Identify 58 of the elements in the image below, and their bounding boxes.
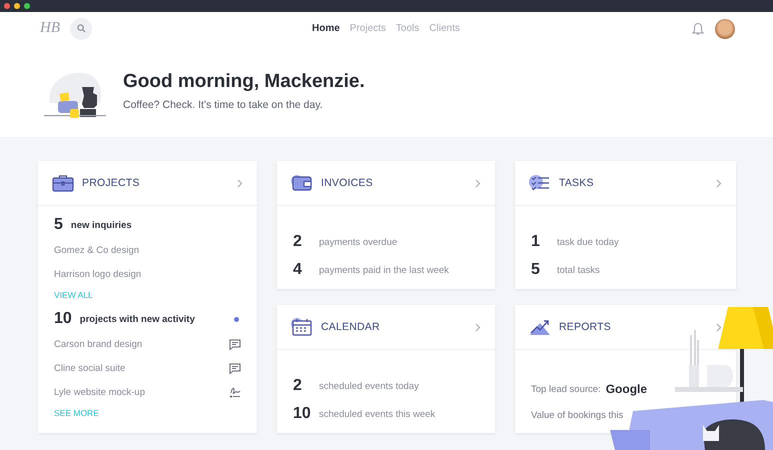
count-number: 10	[293, 405, 312, 423]
checklist-icon	[529, 174, 551, 192]
stat-label: scheduled events today	[318, 380, 419, 392]
section-label: new inquiries	[70, 220, 132, 230]
project-item[interactable]: Carson brand design	[54, 338, 229, 350]
fact-label: Value of bookings this	[531, 410, 624, 420]
nav-link[interactable]: Tools	[396, 23, 420, 34]
card-title: INVOICES	[321, 177, 374, 189]
maximize-window-dot[interactable]	[24, 3, 30, 9]
count-number: 4	[293, 261, 303, 279]
chevron-right-icon[interactable]	[716, 178, 722, 188]
count-number: 2	[293, 377, 303, 395]
project-item[interactable]: Lyle website mock-up	[54, 386, 229, 398]
project-item[interactable]: Harrison logo design	[54, 268, 241, 280]
see-more-link[interactable]: SEE MORE	[54, 408, 99, 418]
project-item[interactable]: Cline social suite	[54, 362, 229, 374]
count-number: 2	[293, 233, 303, 251]
count-number: 5	[54, 216, 63, 234]
section-label: projects with new activity	[80, 314, 195, 324]
briefcase-icon	[52, 174, 74, 192]
chevron-right-icon[interactable]	[237, 178, 243, 188]
close-window-dot[interactable]	[4, 3, 10, 9]
chevron-right-icon[interactable]	[475, 322, 481, 332]
greeting-title: Good morning, Mackenzie.	[123, 71, 365, 93]
minimize-window-dot[interactable]	[14, 3, 20, 9]
see-more-link[interactable]: VIEW ALL	[54, 290, 93, 300]
card-title: CALENDAR	[321, 321, 381, 333]
notification-bell-icon[interactable]	[692, 22, 704, 36]
stat-label: payments overdue	[318, 236, 398, 248]
nav-link[interactable]: Clients	[429, 23, 460, 34]
fact-value: Google	[606, 382, 648, 396]
comment-icon[interactable]	[229, 338, 241, 350]
chevron-right-icon[interactable]	[716, 322, 722, 332]
signature-icon[interactable]	[229, 386, 241, 398]
user-avatar[interactable]	[715, 18, 735, 38]
project-item[interactable]: Gomez & Co design	[54, 244, 241, 256]
stat-label: task due today	[556, 236, 619, 248]
card-title: PROJECTS	[82, 177, 141, 189]
chart-growth-icon	[529, 318, 551, 336]
stat-label: scheduled events this week	[318, 408, 436, 420]
logo[interactable]: HB	[40, 20, 70, 37]
comment-icon[interactable]	[229, 362, 241, 374]
count-number: 1	[531, 233, 541, 251]
search-icon	[76, 24, 86, 33]
nav-link[interactable]: Home	[312, 23, 340, 34]
stat-label: total tasks	[556, 264, 600, 276]
card-title: TASKS	[559, 177, 595, 189]
wallet-icon	[291, 174, 313, 192]
fact-label: Top lead source:	[531, 384, 601, 394]
count-number: 5	[531, 261, 541, 279]
count-number: 10	[54, 310, 72, 328]
greeting-subtitle: Coffee? Check. It’s time to take on the day.	[123, 99, 324, 111]
card-title: REPORTS	[559, 321, 612, 333]
stat-label: payments paid in the last week	[318, 264, 449, 276]
calendar-icon	[291, 318, 313, 336]
chevron-right-icon[interactable]	[475, 178, 481, 188]
search-button[interactable]	[70, 18, 92, 40]
nav-link[interactable]: Projects	[350, 23, 386, 34]
